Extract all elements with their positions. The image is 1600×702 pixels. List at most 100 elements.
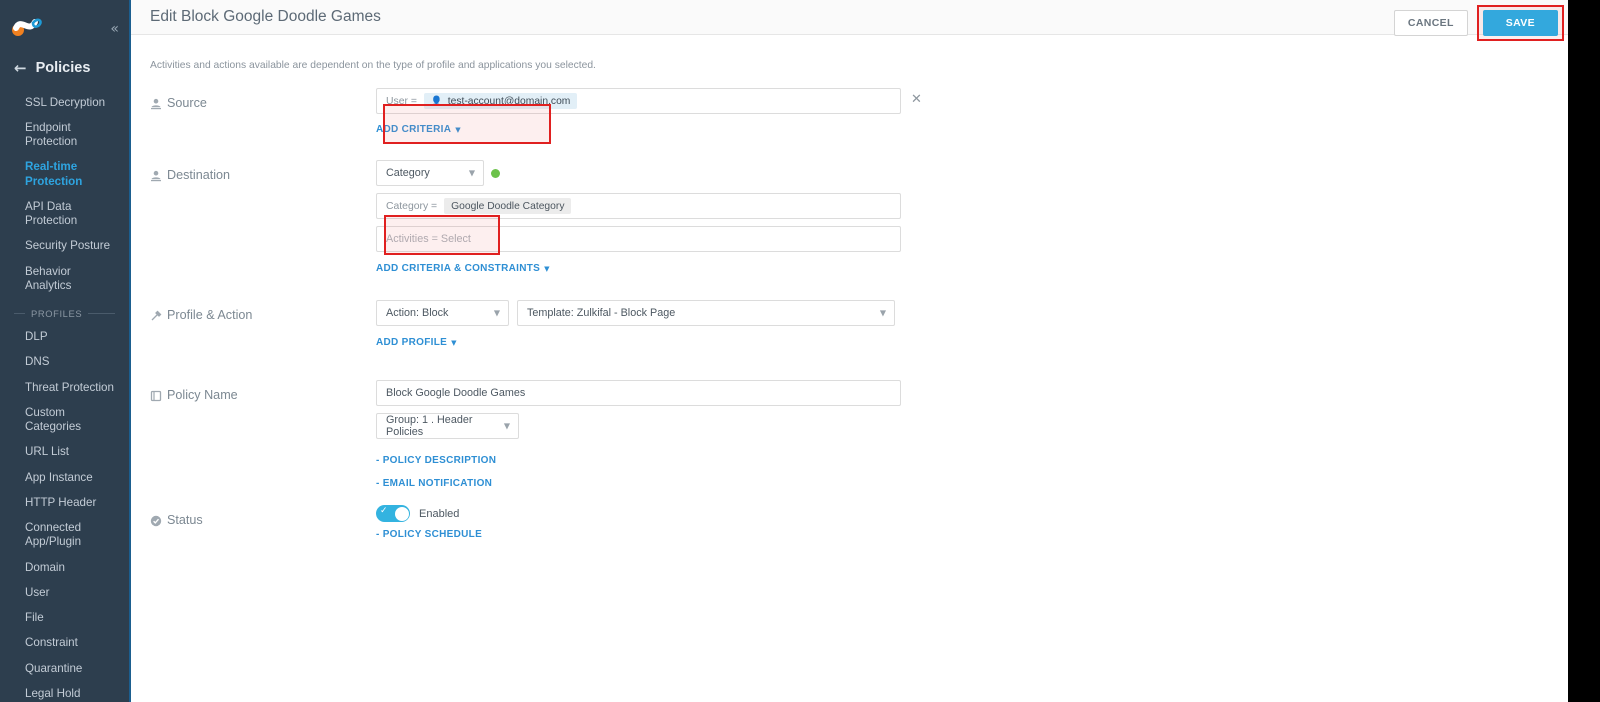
sidebar-item-real-time-protection[interactable]: Real-time Protection	[0, 155, 129, 195]
sidebar-group-profiles: PROFILES	[0, 299, 129, 325]
page-topbar: Edit Block Google Doodle Games CANCEL SA…	[131, 0, 1568, 41]
sidebar-item-dns[interactable]: DNS	[0, 350, 129, 375]
chevron-down-icon: ▼	[503, 421, 510, 431]
policy-name-label: Policy Name	[150, 388, 238, 402]
add-criteria-link[interactable]: ADD CRITERIA ▼	[376, 124, 461, 135]
sidebar-item-ssl-decryption[interactable]: SSL Decryption	[0, 90, 129, 115]
save-button-highlight: SAVE	[1476, 5, 1564, 41]
profile-action-row: Profile & Action Action: Block ▼ Templat…	[131, 300, 1568, 380]
source-label-text: Source	[167, 96, 207, 110]
policy-group-value: Group: 1 . Header Policies	[386, 414, 473, 438]
status-fields: ✓ Enabled - POLICY SCHEDULE	[376, 505, 482, 542]
cancel-button[interactable]: CANCEL	[1393, 10, 1468, 36]
chevron-down-icon: ▼	[468, 168, 475, 178]
sidebar-item-custom-categories[interactable]: Custom Categories	[0, 400, 129, 440]
email-notification-label: - EMAIL NOTIFICATION	[376, 478, 493, 489]
sidebar-item-behavior-analytics[interactable]: Behavior Analytics	[0, 259, 129, 299]
action-select[interactable]: Action: Block ▼	[376, 300, 509, 326]
sidebar-group-label-profiles: PROFILES	[31, 307, 83, 319]
destination-activities-placeholder: Activities = Select	[386, 233, 471, 245]
sidebar-item-quarantine[interactable]: Quarantine	[0, 656, 129, 681]
source-user-chip[interactable]: 👤 test-account@domain.com	[423, 93, 578, 109]
group-divider-right	[88, 312, 115, 314]
destination-activities-input[interactable]: Activities = Select	[376, 226, 901, 252]
destination-criteria-input[interactable]: Category = Google Doodle Category	[376, 193, 901, 219]
source-remove-icon[interactable]: ✕	[911, 92, 922, 107]
sidebar-item-api-data-protection[interactable]: API Data Protection	[0, 194, 129, 234]
destination-label: Destination	[150, 168, 230, 182]
save-button[interactable]: SAVE	[1482, 10, 1558, 36]
policy-group-select[interactable]: Group: 1 . Header Policies ▼	[376, 413, 519, 439]
policy-name-input[interactable]: Block Google Doodle Games	[376, 380, 901, 406]
add-criteria-constraints-label: ADD CRITERIA & CONSTRAINTS	[376, 263, 541, 274]
sidebar-collapse-icon[interactable]: «	[110, 22, 119, 36]
source-criteria-label: User =	[386, 95, 417, 107]
chevron-down-icon: ▼	[451, 339, 457, 347]
template-select[interactable]: Template: Zulkifal - Block Page ▼	[517, 300, 895, 326]
source-user-value: test-account@domain.com	[447, 95, 571, 107]
status-toggle[interactable]: ✓	[376, 505, 410, 522]
chevron-down-icon: ▼	[455, 126, 461, 134]
policy-name-value: Block Google Doodle Games	[386, 387, 526, 399]
sidebar-item-endpoint-protection[interactable]: Endpoint Protection	[0, 115, 129, 155]
policy-schedule-link[interactable]: - POLICY SCHEDULE	[376, 529, 482, 540]
add-profile-link[interactable]: ADD PROFILE ▼	[376, 337, 457, 348]
person-icon: 👤	[430, 95, 443, 107]
policy-schedule-label: - POLICY SCHEDULE	[376, 529, 483, 540]
netskope-logo-icon[interactable]	[9, 14, 49, 38]
sidebar-item-connected-app-plugin[interactable]: Connected App/Plugin	[0, 516, 129, 556]
right-gutter	[1568, 0, 1600, 702]
group-divider-left	[14, 312, 25, 314]
policy-name-row: Policy Name Block Google Doodle Games Gr…	[131, 380, 1568, 505]
email-notification-link[interactable]: - EMAIL NOTIFICATION	[376, 478, 492, 489]
destination-fields: Category ▼ Category = Google Doodle Cate…	[376, 160, 901, 276]
sidebar-item-security-posture[interactable]: Security Posture	[0, 234, 129, 259]
profile-action-controls: Action: Block ▼ Template: Zulkifal - Blo…	[376, 300, 895, 326]
source-criteria-input[interactable]: User = 👤 test-account@domain.com	[376, 88, 901, 114]
sidebar: « ← Policies SSL Decryption Endpoint Pro…	[0, 0, 129, 702]
app-root: « ← Policies SSL Decryption Endpoint Pro…	[0, 0, 1600, 702]
policy-name-fields: Block Google Doodle Games Group: 1 . Hea…	[376, 380, 901, 491]
profile-action-icon	[150, 310, 162, 322]
sidebar-item-legal-hold[interactable]: Legal Hold	[0, 681, 129, 702]
status-toggle-wrap: ✓ Enabled	[376, 505, 482, 522]
destination-icon	[150, 170, 162, 182]
sidebar-item-http-header[interactable]: HTTP Header	[0, 490, 129, 515]
sidebar-item-file[interactable]: File	[0, 606, 129, 631]
profile-action-label-text: Profile & Action	[167, 308, 253, 322]
add-criteria-constraints-link[interactable]: ADD CRITERIA & CONSTRAINTS ▼	[376, 263, 550, 274]
sidebar-item-constraint[interactable]: Constraint	[0, 631, 129, 656]
sidebar-item-app-instance[interactable]: App Instance	[0, 465, 129, 490]
sidebar-item-threat-protection[interactable]: Threat Protection	[0, 375, 129, 400]
action-value: Action: Block	[386, 307, 449, 319]
main-content: Edit Block Google Doodle Games CANCEL SA…	[131, 0, 1568, 702]
status-toggle-label: Enabled	[419, 507, 460, 520]
sidebar-item-url-list[interactable]: URL List	[0, 440, 129, 465]
chevron-down-icon: ▼	[879, 308, 886, 318]
destination-type-select[interactable]: Category ▼	[376, 160, 484, 186]
sidebar-item-user[interactable]: User	[0, 580, 129, 605]
destination-category-chip[interactable]: Google Doodle Category	[444, 198, 572, 214]
chevron-down-icon: ▼	[493, 308, 500, 318]
back-arrow-icon: ←	[14, 58, 27, 77]
source-icon	[150, 98, 162, 110]
destination-category-value: Google Doodle Category	[451, 200, 565, 212]
policy-name-icon	[150, 390, 162, 402]
toggle-knob	[394, 506, 409, 521]
sidebar-section-title: Policies	[35, 60, 91, 76]
policy-name-label-text: Policy Name	[167, 388, 238, 402]
destination-criteria-label: Category =	[386, 200, 438, 212]
policy-form: Source User = 👤 test-account@domain.com …	[131, 88, 1568, 565]
status-check-icon	[150, 515, 162, 527]
destination-label-text: Destination	[167, 168, 231, 182]
sidebar-item-dlp[interactable]: DLP	[0, 325, 129, 350]
check-icon: ✓	[380, 506, 388, 516]
sidebar-back-policies[interactable]: ← Policies	[0, 48, 129, 90]
source-fields: User = 👤 test-account@domain.com ✕ ADD C…	[376, 88, 922, 137]
add-criteria-label: ADD CRITERIA	[376, 124, 452, 135]
source-row: Source User = 👤 test-account@domain.com …	[131, 88, 1568, 160]
sidebar-item-domain[interactable]: Domain	[0, 555, 129, 580]
topbar-actions: CANCEL SAVE	[1393, 5, 1564, 41]
policy-description-link[interactable]: - POLICY DESCRIPTION	[376, 455, 496, 466]
